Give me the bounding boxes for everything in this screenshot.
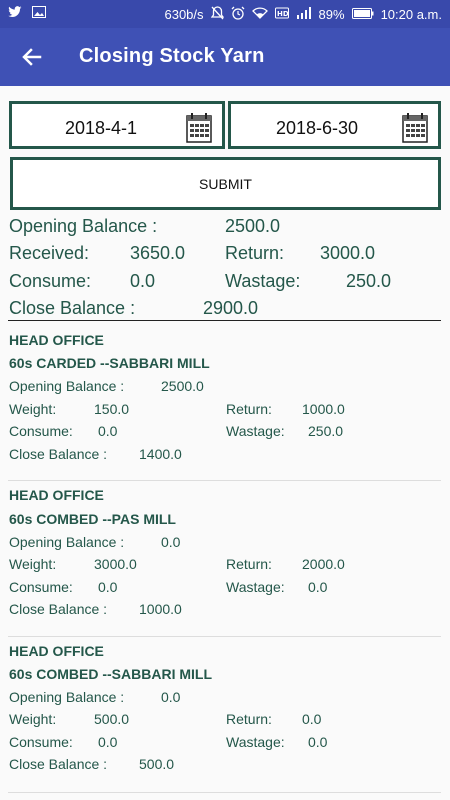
to-date-field[interactable]: 2018-6-30 xyxy=(228,101,441,149)
back-arrow-icon[interactable] xyxy=(18,43,46,71)
battery-percent: 89% xyxy=(318,7,345,22)
hd-icon: HD xyxy=(274,7,289,22)
alarm-icon xyxy=(231,6,245,23)
network-speed: 630b/s xyxy=(164,7,204,22)
summary-received-label: Received: xyxy=(9,243,90,263)
summary-divider xyxy=(8,320,441,321)
summary-return-label: Return: xyxy=(225,243,285,263)
summary-consume-value: 0.0 xyxy=(130,271,156,291)
close-label: Close Balance : xyxy=(9,446,108,462)
close-value: 1400.0 xyxy=(139,446,182,462)
office-label: HEAD OFFICE xyxy=(9,332,104,348)
wastage-label: Wastage: xyxy=(226,579,285,595)
wastage-value: 0.0 xyxy=(308,734,328,750)
svg-text:HD: HD xyxy=(277,10,289,18)
clock: 10:20 a.m. xyxy=(380,7,442,22)
from-date-field[interactable]: 2018-4-1 xyxy=(9,101,225,149)
wifi-icon xyxy=(251,7,268,22)
notification-off-icon xyxy=(210,6,224,23)
close-label: Close Balance : xyxy=(9,756,108,772)
opening-label: Opening Balance : xyxy=(9,689,125,705)
image-icon xyxy=(32,6,46,21)
app-bar: Closing Stock Yarn xyxy=(0,28,450,86)
from-date-value: 2018-4-1 xyxy=(65,118,138,138)
weight-value: 500.0 xyxy=(94,711,130,727)
opening-label: Opening Balance : xyxy=(9,378,125,394)
twitter-icon xyxy=(8,6,22,21)
consume-label: Consume: xyxy=(9,579,73,595)
calendar-icon[interactable] xyxy=(402,113,428,143)
summary-close-label: Close Balance : xyxy=(9,298,136,318)
return-label: Return: xyxy=(226,711,272,727)
summary-opening-value: 2500.0 xyxy=(225,216,281,236)
summary-return-value: 3000.0 xyxy=(320,243,376,263)
consume-label: Consume: xyxy=(9,423,73,439)
return-label: Return: xyxy=(226,556,272,572)
item-divider xyxy=(8,480,441,481)
consume-label: Consume: xyxy=(9,734,73,750)
submit-button[interactable]: SUBMIT xyxy=(10,157,441,210)
wastage-label: Wastage: xyxy=(226,734,285,750)
battery-icon xyxy=(351,7,374,22)
consume-value: 0.0 xyxy=(98,734,118,750)
office-label: HEAD OFFICE xyxy=(9,487,104,503)
item-divider xyxy=(8,792,441,793)
wastage-value: 250.0 xyxy=(308,423,344,439)
opening-value: 0.0 xyxy=(161,689,181,705)
summary-close-value: 2900.0 xyxy=(203,298,259,318)
consume-value: 0.0 xyxy=(98,423,118,439)
summary-received-value: 3650.0 xyxy=(130,243,186,263)
summary-wastage-label: Wastage: xyxy=(225,271,301,291)
return-value: 2000.0 xyxy=(302,556,345,572)
summary-wastage-value: 250.0 xyxy=(346,271,392,291)
wastage-value: 0.0 xyxy=(308,579,328,595)
item-name: 60s COMBED --SABBARI MILL xyxy=(9,666,213,682)
consume-value: 0.0 xyxy=(98,579,118,595)
close-label: Close Balance : xyxy=(9,601,108,617)
status-bar: 630b/s HD 89% 10:20 a.m. xyxy=(0,0,450,28)
calendar-icon[interactable] xyxy=(186,113,212,143)
item-divider xyxy=(8,636,441,637)
weight-value: 150.0 xyxy=(94,401,130,417)
wastage-label: Wastage: xyxy=(226,423,285,439)
summary-consume-label: Consume: xyxy=(9,271,92,291)
return-label: Return: xyxy=(226,401,272,417)
summary-opening-label: Opening Balance : xyxy=(9,216,158,236)
weight-label: Weight: xyxy=(9,556,57,572)
weight-label: Weight: xyxy=(9,711,57,727)
close-value: 500.0 xyxy=(139,756,175,772)
return-value: 1000.0 xyxy=(302,401,345,417)
item-name: 60s COMBED --PAS MILL xyxy=(9,511,176,527)
opening-label: Opening Balance : xyxy=(9,534,125,550)
close-value: 1000.0 xyxy=(139,601,182,617)
return-value: 0.0 xyxy=(302,711,322,727)
opening-value: 2500.0 xyxy=(161,378,204,394)
office-label: HEAD OFFICE xyxy=(9,643,104,659)
item-name: 60s CARDED --SABBARI MILL xyxy=(9,355,210,371)
page-title: Closing Stock Yarn xyxy=(79,45,265,67)
weight-value: 3000.0 xyxy=(94,556,137,572)
to-date-value: 2018-6-30 xyxy=(276,118,359,138)
weight-label: Weight: xyxy=(9,401,57,417)
signal-icon xyxy=(296,7,312,22)
opening-value: 0.0 xyxy=(161,534,181,550)
